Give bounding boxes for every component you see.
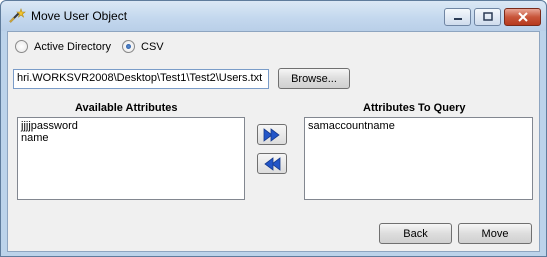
- browse-button[interactable]: Browse...: [278, 68, 350, 89]
- list-item[interactable]: name: [21, 132, 241, 144]
- wand-icon: [8, 8, 26, 24]
- available-attributes-header: Available Attributes: [75, 102, 178, 114]
- list-item[interactable]: jjjjpassword: [21, 120, 241, 132]
- radio-circle[interactable]: [15, 40, 28, 53]
- file-path-input[interactable]: hri.WORKSVR2008\Desktop\Test1\Test2\User…: [13, 69, 269, 89]
- radio-csv[interactable]: CSV: [122, 40, 164, 53]
- title-bar[interactable]: Move User Object: [1, 1, 546, 31]
- back-label: Back: [403, 227, 428, 240]
- double-arrow-left-icon: [264, 156, 281, 171]
- close-button[interactable]: [504, 8, 541, 26]
- list-item[interactable]: samaccountname: [308, 120, 529, 132]
- radio-label: Active Directory: [34, 40, 112, 53]
- dialog-body: Active Directory CSV hri.WORKSVR2008\Des…: [7, 31, 540, 252]
- double-arrow-right-icon: [263, 127, 280, 142]
- back-button[interactable]: Back: [379, 223, 452, 244]
- minimize-icon: [453, 18, 462, 20]
- close-icon: [517, 12, 528, 22]
- radio-label: CSV: [141, 40, 164, 53]
- move-button[interactable]: Move: [458, 223, 532, 244]
- radio-circle[interactable]: [122, 40, 135, 53]
- maximize-button[interactable]: [474, 8, 501, 26]
- window-title: Move User Object: [31, 9, 128, 23]
- move-label: Move: [481, 227, 509, 240]
- add-attribute-button[interactable]: [257, 124, 287, 145]
- browse-label: Browse...: [291, 72, 337, 85]
- available-attributes-list[interactable]: jjjjpassword name: [17, 117, 245, 200]
- attributes-to-query-list[interactable]: samaccountname: [304, 117, 533, 200]
- maximize-icon: [482, 12, 493, 21]
- remove-attribute-button[interactable]: [257, 153, 287, 174]
- dialog-window: Move User Object Active Directory CSV hr…: [0, 0, 547, 257]
- radio-active-directory[interactable]: Active Directory: [15, 40, 111, 53]
- attributes-to-query-header: Attributes To Query: [363, 102, 466, 114]
- minimize-button[interactable]: [444, 8, 471, 26]
